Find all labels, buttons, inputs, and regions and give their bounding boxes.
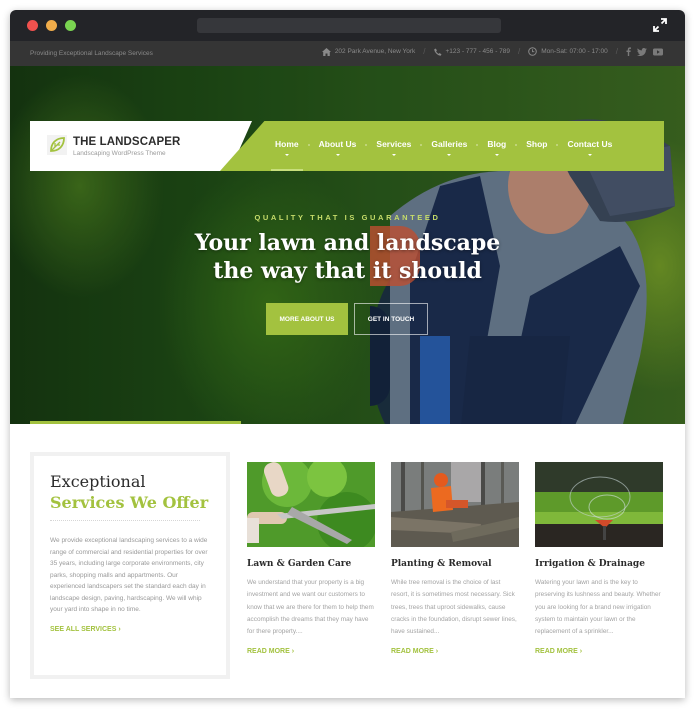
see-all-services-link[interactable]: SEE ALL SERVICES ›: [50, 626, 210, 633]
services-intro-box: Exceptional Services We Offer We provide…: [30, 452, 230, 679]
service-card: Planting & Removal While tree removal is…: [391, 462, 519, 655]
nav-label: Contact Us: [567, 139, 613, 149]
nav-label: Home: [275, 139, 299, 149]
logo-subtitle: Landscaping WordPress Theme: [73, 150, 166, 157]
hero-section: THE LANDSCAPER Landscaping WordPress The…: [10, 66, 685, 424]
browser-titlebar: [10, 10, 685, 41]
service-title: Irrigation & Drainage: [535, 559, 645, 569]
service-card: Irrigation & Drainage Watering your lawn…: [535, 462, 663, 655]
hours-info: Mon-Sat: 07:00 - 17:00: [528, 47, 608, 56]
service-description: Watering your lawn and is the key to pre…: [535, 579, 661, 636]
divider: [50, 520, 200, 521]
nav-item-home[interactable]: Home: [265, 121, 310, 171]
logo-title: THE LANDSCAPER: [73, 136, 181, 148]
home-icon: [321, 47, 331, 56]
caret-down-icon: [391, 154, 396, 156]
leaf-logo-icon: [47, 135, 67, 155]
hero-title-line-2: the way that it should: [213, 258, 482, 284]
services-section: Exceptional Services We Offer We provide…: [10, 424, 685, 698]
caret-down-icon: [335, 154, 340, 156]
tagline: Providing Exceptional Landscape Services: [30, 50, 153, 57]
close-window-button[interactable]: [27, 20, 38, 31]
separator: /: [518, 47, 521, 56]
nav-item-galleries[interactable]: Galleries: [421, 121, 479, 171]
nav-item-shop[interactable]: Shop: [516, 121, 559, 171]
service-image-hedge-trimming[interactable]: [247, 462, 375, 547]
get-in-touch-button[interactable]: GET IN TOUCH: [354, 303, 428, 335]
nav-item-about-us[interactable]: About Us: [309, 121, 368, 171]
service-image-sprinkler[interactable]: [535, 462, 663, 547]
service-card: Lawn & Garden Care We understand that yo…: [247, 462, 375, 655]
nav-label: Shop: [526, 139, 548, 149]
address-text: 202 Park Avenue, New York: [334, 48, 416, 55]
service-title: Planting & Removal: [391, 559, 492, 569]
address-info: 202 Park Avenue, New York: [321, 47, 416, 56]
site-header: THE LANDSCAPER Landscaping WordPress The…: [30, 121, 664, 171]
twitter-icon[interactable]: [637, 47, 647, 56]
phone-text: +123 - 777 - 456 - 789: [445, 48, 511, 55]
top-info-bar: Providing Exceptional Landscape Services…: [10, 41, 685, 66]
caret-down-icon: [284, 154, 289, 156]
nav-label: Services: [376, 139, 412, 149]
service-title: Lawn & Garden Care: [247, 559, 352, 569]
browser-window: Providing Exceptional Landscape Services…: [10, 10, 685, 698]
separator: /: [615, 47, 618, 56]
nav-label: Blog: [487, 139, 507, 149]
hero-title-line-1: Your lawn and landscape: [194, 230, 501, 256]
service-image-tree-removal[interactable]: [391, 462, 519, 547]
intro-subheading: Services We Offer: [50, 493, 209, 512]
nav-item-blog[interactable]: Blog: [477, 121, 518, 171]
intro-heading: Exceptional: [50, 472, 146, 491]
expand-arrows-icon[interactable]: [652, 17, 668, 33]
service-description: While tree removal is the choice of last…: [391, 579, 517, 636]
read-more-link[interactable]: READ MORE ›: [391, 648, 519, 655]
address-bar[interactable]: [197, 18, 501, 33]
nav-item-services[interactable]: Services: [366, 121, 423, 171]
hero-title: Your lawn and landscape the way that it …: [10, 229, 685, 285]
caret-down-icon: [447, 154, 452, 156]
main-navigation: Home About Us Services Galleries Blog Sh…: [265, 121, 622, 171]
phone-icon: [433, 48, 442, 56]
service-description: We understand that your property is a bi…: [247, 579, 374, 636]
nav-item-contact-us[interactable]: Contact Us: [557, 121, 622, 171]
youtube-icon[interactable]: [653, 48, 663, 56]
separator: /: [423, 47, 426, 56]
social-links: [626, 47, 663, 56]
hero-kicker: QUALITY THAT IS GUARANTEED: [254, 213, 441, 222]
minimize-window-button[interactable]: [46, 20, 57, 31]
clock-icon: [528, 47, 538, 56]
logo[interactable]: THE LANDSCAPER Landscaping WordPress The…: [30, 121, 252, 171]
facebook-icon[interactable]: [626, 47, 631, 56]
read-more-link[interactable]: READ MORE ›: [247, 648, 375, 655]
more-about-us-button[interactable]: MORE ABOUT US: [266, 303, 348, 335]
caret-down-icon: [587, 154, 592, 156]
intro-text: We provide exceptional landscaping servi…: [50, 537, 208, 613]
phone-info[interactable]: +123 - 777 - 456 - 789: [433, 48, 511, 56]
hours-text: Mon-Sat: 07:00 - 17:00: [541, 48, 608, 55]
nav-label: About Us: [318, 139, 357, 149]
read-more-link[interactable]: READ MORE ›: [535, 648, 663, 655]
caret-down-icon: [494, 154, 499, 156]
nav-label: Galleries: [431, 139, 468, 149]
maximize-window-button[interactable]: [65, 20, 76, 31]
